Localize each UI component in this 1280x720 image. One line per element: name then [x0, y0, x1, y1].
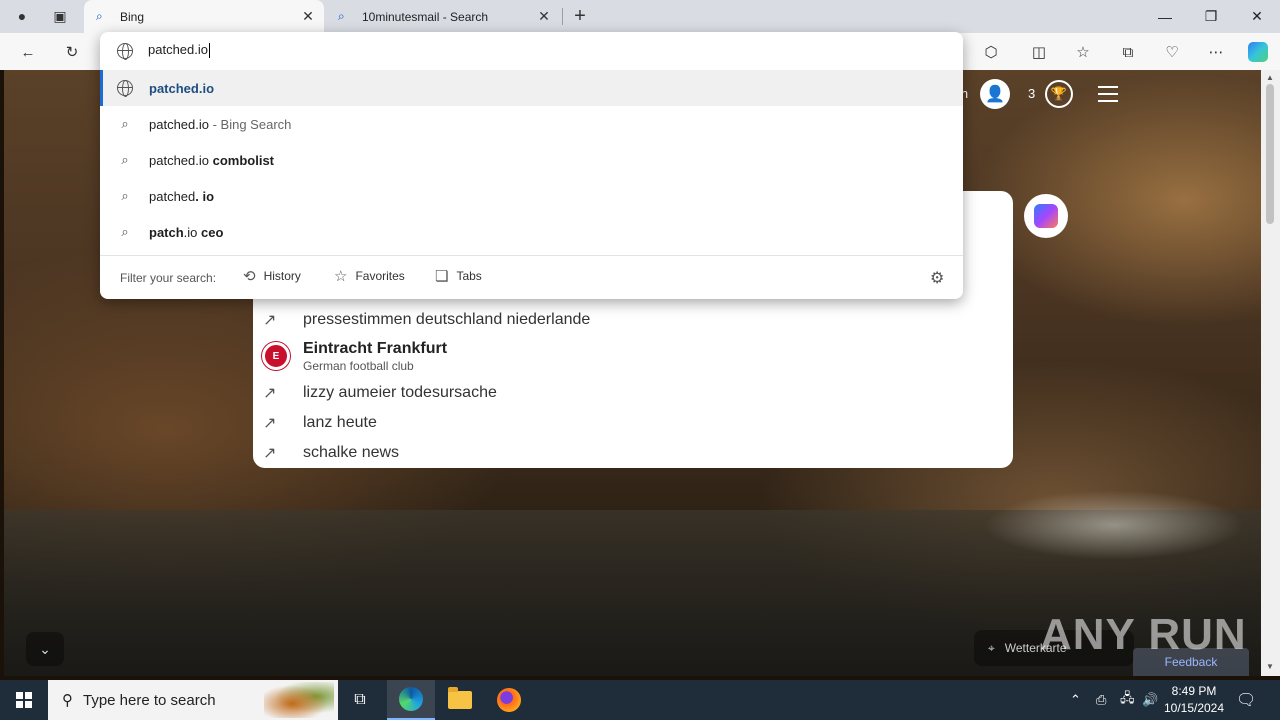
history-icon: ⟲: [243, 268, 256, 285]
browser-essentials-icon[interactable]: ♡: [1158, 38, 1186, 66]
start-button[interactable]: [0, 680, 48, 720]
trending-item[interactable]: ↗ lanz heute: [263, 413, 377, 433]
bing-favicon-icon: ⌕: [96, 9, 103, 23]
trending-arrow-icon: ↗: [263, 312, 277, 329]
copilot-sidebar-icon[interactable]: [1244, 38, 1272, 66]
taskbar-clock[interactable]: 8:49 PM 10/15/2024: [1158, 683, 1230, 717]
search-favicon-icon: ⌕: [338, 9, 345, 23]
refresh-button[interactable]: ↻: [58, 38, 86, 66]
filter-label: Filter your search:: [120, 271, 217, 285]
firefox-icon: [497, 688, 521, 712]
taskbar-file-explorer[interactable]: [436, 680, 484, 720]
back-button[interactable]: ←: [14, 38, 42, 66]
minimize-button[interactable]: —: [1142, 0, 1188, 33]
close-tab-icon[interactable]: ✕: [534, 8, 554, 25]
search-icon: ⚲: [62, 692, 73, 709]
trending-item[interactable]: ↗ lizzy aumeier todesursache: [263, 383, 497, 403]
extensions-icon[interactable]: ⬡: [977, 38, 1005, 66]
address-input[interactable]: patched.io: [148, 42, 210, 59]
tab-separator: [562, 8, 563, 25]
address-bar[interactable]: patched.io: [100, 32, 963, 70]
rewards-trophy-icon[interactable]: 🏆: [1045, 80, 1073, 108]
rewards-count: 3: [1028, 86, 1036, 101]
search-icon: ⌕: [121, 116, 129, 131]
new-tab-button[interactable]: +: [568, 5, 592, 27]
windows-logo-icon: [16, 692, 32, 708]
filter-row: Filter your search: ⟲ History ☆ Favorite…: [100, 258, 963, 296]
tab-bing[interactable]: ⌕ Bing ✕: [84, 0, 324, 33]
network-icon[interactable]: 🖧: [1120, 680, 1135, 720]
anyrun-watermark: ANY RUN: [1040, 610, 1247, 659]
scroll-down-icon[interactable]: ▼: [1266, 662, 1274, 671]
copilot-icon: [1034, 204, 1058, 228]
collections-icon[interactable]: ⧉: [1114, 38, 1142, 66]
suggestion-search[interactable]: ⌕ patched.io - Bing Search: [100, 106, 963, 142]
search-highlight-image: [264, 682, 334, 718]
task-view-button[interactable]: ⧉: [336, 680, 384, 720]
filter-history-button[interactable]: ⟲ History: [243, 267, 301, 285]
gear-icon[interactable]: ⚙: [930, 268, 944, 288]
volume-icon[interactable]: 🔊: [1142, 680, 1158, 720]
user-avatar-icon[interactable]: 👤: [980, 79, 1010, 109]
suggestion-url[interactable]: patched.io: [100, 70, 963, 106]
tab-title: 10minutesmail - Search: [362, 9, 489, 24]
notifications-icon[interactable]: 🗨: [1236, 690, 1256, 710]
tab-actions-icon[interactable]: ▣: [48, 5, 72, 27]
trending-item[interactable]: ↗ pressestimmen deutschland niederlande: [263, 310, 590, 330]
favorites-star-icon[interactable]: ☆: [1069, 38, 1097, 66]
trending-arrow-icon: ↗: [263, 385, 277, 402]
tab-10minutesmail[interactable]: ⌕ 10minutesmail - Search ✕: [326, 0, 560, 33]
suggestion-search[interactable]: ⌕ patched. io: [100, 178, 963, 214]
title-bar: ● ▣ ⌕ Bing ✕ ⌕ 10minutesmail - Search ✕ …: [0, 0, 1280, 33]
trending-arrow-icon: ↗: [263, 445, 277, 462]
edge-icon: [399, 687, 423, 711]
scroll-thumb[interactable]: [1266, 84, 1274, 224]
water-splash: [984, 490, 1244, 560]
split-screen-icon[interactable]: ◫: [1025, 38, 1053, 66]
search-icon: ⌕: [121, 152, 129, 167]
dropdown-divider: [100, 255, 963, 256]
entity-subtitle: German football club: [303, 359, 414, 373]
filter-tabs-button[interactable]: ❏ Tabs: [435, 267, 482, 285]
entity-title[interactable]: Eintracht Frankfurt: [303, 340, 447, 358]
folder-icon: [448, 687, 472, 709]
taskbar-firefox[interactable]: [485, 680, 533, 720]
more-menu-icon[interactable]: ⋯: [1202, 38, 1230, 66]
filter-favorites-button[interactable]: ☆ Favorites: [334, 267, 405, 285]
eintracht-logo-icon: E: [262, 342, 290, 370]
page-scrollbar[interactable]: ▲ ▼: [1261, 70, 1280, 676]
close-window-button[interactable]: ✕: [1234, 0, 1280, 33]
globe-icon: [117, 43, 133, 60]
device-icon[interactable]: ⎙: [1096, 680, 1106, 720]
tabs-icon: ❏: [435, 268, 449, 285]
search-icon: ⌕: [121, 188, 129, 203]
location-pin-icon: ⌖: [988, 640, 995, 655]
address-bar-dropdown: patched.io patched.io ⌕ patched.io - Bin…: [100, 32, 963, 299]
maximize-button[interactable]: ❐: [1188, 0, 1234, 33]
trending-item[interactable]: ↗ schalke news: [263, 443, 399, 463]
close-tab-icon[interactable]: ✕: [298, 8, 318, 25]
trending-arrow-icon: ↗: [263, 415, 277, 432]
hamburger-menu-icon[interactable]: [1098, 86, 1118, 102]
show-hidden-icons[interactable]: ⌃: [1070, 680, 1081, 720]
scroll-up-icon[interactable]: ▲: [1266, 73, 1274, 82]
profile-icon[interactable]: ●: [10, 5, 34, 27]
search-icon: ⌕: [121, 224, 129, 239]
suggestion-search[interactable]: ⌕ patched.io combolist: [100, 142, 963, 178]
tab-title: Bing: [120, 9, 145, 24]
globe-icon: [117, 80, 133, 97]
chevron-down-icon[interactable]: ⌄: [26, 632, 64, 666]
task-view-icon: ⧉: [354, 691, 366, 708]
taskbar-search-box[interactable]: ⚲ Type here to search: [48, 680, 338, 720]
copilot-button[interactable]: [1024, 194, 1068, 238]
star-icon: ☆: [334, 268, 348, 285]
taskbar-edge[interactable]: [387, 680, 435, 720]
windows-taskbar: ⚲ Type here to search ⧉ ⌃ ⎙ 🖧 🔊 8:49 PM …: [0, 680, 1280, 720]
suggestion-search[interactable]: ⌕ patch.io ceo: [100, 214, 963, 250]
